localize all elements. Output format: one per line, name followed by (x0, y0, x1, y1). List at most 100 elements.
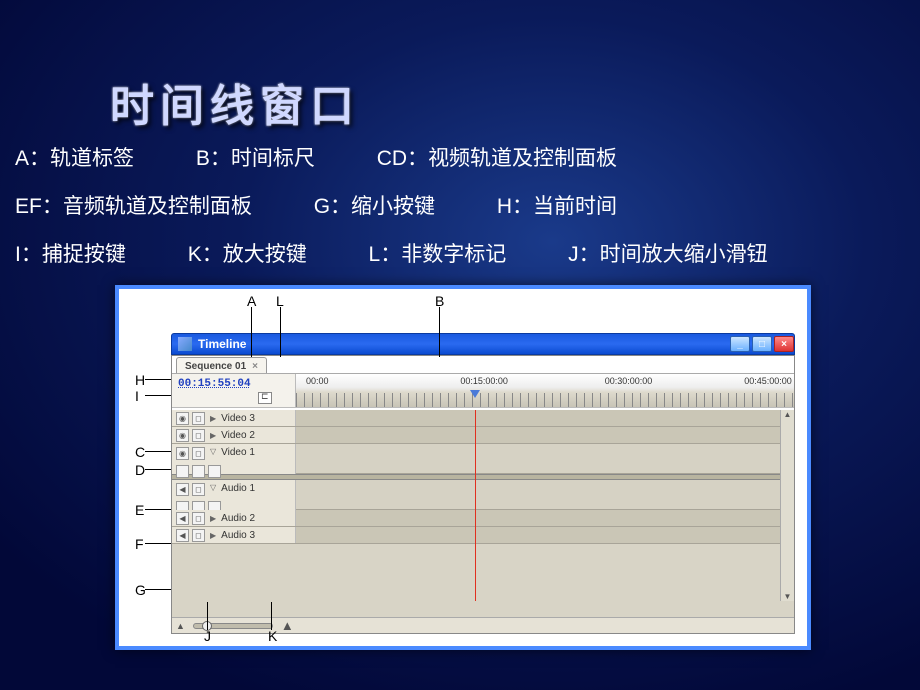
lock-icon[interactable]: ◻ (192, 483, 205, 496)
track-content[interactable] (296, 527, 794, 543)
slide-title: 时间线窗口 (110, 70, 360, 134)
collapse-icon[interactable]: ▶ (210, 414, 216, 423)
legend-row-3: I：捕捉按键 K：放大按键 L：非数字标记 J：时间放大缩小滑钮 (15, 231, 877, 279)
timeline-panel: Sequence 01 × 00:15:55:04 00:0000:15:00:… (171, 355, 795, 634)
track-label-area[interactable]: ◉◻ ▶ Video 2 (172, 427, 296, 443)
maximize-button[interactable]: □ (752, 336, 772, 352)
collapse-icon[interactable]: ▶ (210, 531, 216, 540)
window-titlebar[interactable]: Timeline _ □ × (171, 333, 795, 355)
collapse-icon[interactable]: ▽ (210, 483, 216, 492)
legend-row-2: EF：音频轨道及控制面板 G：缩小按键 H：当前时间 (15, 183, 877, 231)
lock-icon[interactable]: ◻ (192, 447, 205, 460)
callout-line (145, 395, 171, 396)
tab-sequence[interactable]: Sequence 01 × (176, 357, 267, 373)
tab-row: Sequence 01 × (172, 356, 794, 374)
window-title: Timeline (198, 337, 246, 351)
callout-line (145, 379, 171, 380)
speaker-icon[interactable]: ◀ (176, 512, 189, 525)
playhead-line[interactable] (475, 410, 476, 601)
audio-track: ◀◻▶Audio 3 (172, 527, 794, 544)
bottom-bar: ▲ ▲ (172, 617, 794, 633)
lock-icon[interactable]: ◻ (192, 429, 205, 442)
track-name: Video 3 (221, 413, 255, 424)
callout-C: C (135, 444, 145, 460)
ruler-tick-label: 00:30:00:00 (605, 376, 653, 386)
legend-I: I：捕捉按键 (15, 243, 154, 266)
speaker-icon[interactable]: ◀ (176, 483, 189, 496)
callout-line (145, 509, 171, 510)
collapse-icon[interactable]: ▶ (210, 514, 216, 523)
track-option-icon[interactable] (192, 465, 205, 478)
track-label-area[interactable]: ◀◻ ▶ Audio 2 (172, 510, 296, 526)
callout-J: J (204, 628, 211, 644)
track-content[interactable] (296, 480, 794, 509)
timecode-column: 00:15:55:04 (172, 374, 296, 407)
legend-H: H：当前时间 (497, 195, 645, 218)
figure-frame: Timeline _ □ × Sequence 01 × 00:15:55:04 (115, 285, 811, 650)
lock-icon[interactable]: ◻ (192, 529, 205, 542)
callout-line (439, 307, 440, 357)
zoom-in-button[interactable]: ▲ (281, 618, 294, 633)
playhead-indicator-icon[interactable] (470, 390, 480, 398)
track-label-area[interactable]: ◉◻ ▽ Video 1 (172, 444, 296, 474)
legend-B: B：时间标尺 (196, 147, 343, 170)
lock-icon[interactable]: ◻ (192, 412, 205, 425)
tab-close-icon[interactable]: × (252, 361, 258, 372)
callout-G: G (135, 582, 146, 598)
legend-EF: EF：音频轨道及控制面板 (15, 195, 280, 218)
callout-F: F (135, 536, 144, 552)
lock-icon[interactable]: ◻ (192, 512, 205, 525)
callout-I: I (135, 388, 139, 404)
vertical-scrollbar[interactable]: ▲ ▼ (780, 410, 794, 601)
time-ruler[interactable]: 00:0000:15:00:0000:30:00:0000:45:00:00 (296, 374, 794, 407)
collapse-icon[interactable]: ▶ (210, 431, 216, 440)
scroll-down-icon[interactable]: ▼ (784, 592, 792, 601)
zoom-out-button[interactable]: ▲ (176, 621, 185, 631)
callout-E: E (135, 502, 144, 518)
eye-icon[interactable]: ◉ (176, 429, 189, 442)
callout-line (251, 307, 252, 357)
callout-line (145, 469, 171, 470)
audio-track: ◀◻ ▶ Audio 2 (172, 510, 794, 527)
video-track: ◉◻ ▶ Video 3 (172, 410, 794, 427)
track-label-area[interactable]: ◀◻▶Audio 3 (172, 527, 296, 543)
track-name: Video 1 (221, 447, 255, 458)
callout-K: K (268, 628, 277, 644)
ruler-tick-label: 00:00 (306, 376, 329, 386)
callout-line (145, 589, 171, 590)
track-content[interactable] (296, 510, 794, 526)
callout-line (145, 451, 171, 452)
track-option-icon[interactable] (208, 465, 221, 478)
minimize-button[interactable]: _ (730, 336, 750, 352)
collapse-icon[interactable]: ▽ (210, 447, 216, 456)
legend-row-1: A：轨道标签 B：时间标尺 CD：视频轨道及控制面板 (15, 135, 877, 183)
track-label-area[interactable]: ◀◻ ▽ Audio 1 (172, 480, 296, 510)
tracks-area: ◉◻▶Video 3◉◻▶Video 2◉◻▽Video 1◀◻▽Audio 1… (172, 408, 794, 617)
track-name: Audio 2 (221, 513, 255, 524)
track-content[interactable] (296, 410, 794, 426)
track-name: Audio 1 (221, 483, 255, 494)
callout-D: D (135, 462, 145, 478)
tab-label: Sequence 01 (185, 361, 246, 372)
close-button[interactable]: × (774, 336, 794, 352)
legend-block: A：轨道标签 B：时间标尺 CD：视频轨道及控制面板 EF：音频轨道及控制面板 … (15, 135, 905, 279)
track-content[interactable] (296, 427, 794, 443)
snap-button[interactable] (258, 392, 272, 404)
speaker-icon[interactable]: ◀ (176, 529, 189, 542)
track-label-area[interactable]: ◉◻ ▶ Video 3 (172, 410, 296, 426)
legend-A: A：轨道标签 (15, 147, 162, 170)
eye-icon[interactable]: ◉ (176, 412, 189, 425)
ruler-tick-label: 00:45:00:00 (744, 376, 792, 386)
track-name: Video 2 (221, 430, 255, 441)
callout-line (145, 543, 171, 544)
legend-CD: CD：视频轨道及控制面板 (377, 147, 645, 170)
scroll-up-icon[interactable]: ▲ (784, 410, 792, 419)
callout-H: H (135, 372, 145, 388)
track-content[interactable] (296, 444, 794, 473)
current-time-display[interactable]: 00:15:55:04 (172, 378, 295, 390)
legend-K: K：放大按键 (188, 243, 335, 266)
track-option-icon[interactable] (176, 465, 189, 478)
callout-line (207, 602, 208, 630)
eye-icon[interactable]: ◉ (176, 447, 189, 460)
legend-G: G：缩小按键 (314, 195, 463, 218)
